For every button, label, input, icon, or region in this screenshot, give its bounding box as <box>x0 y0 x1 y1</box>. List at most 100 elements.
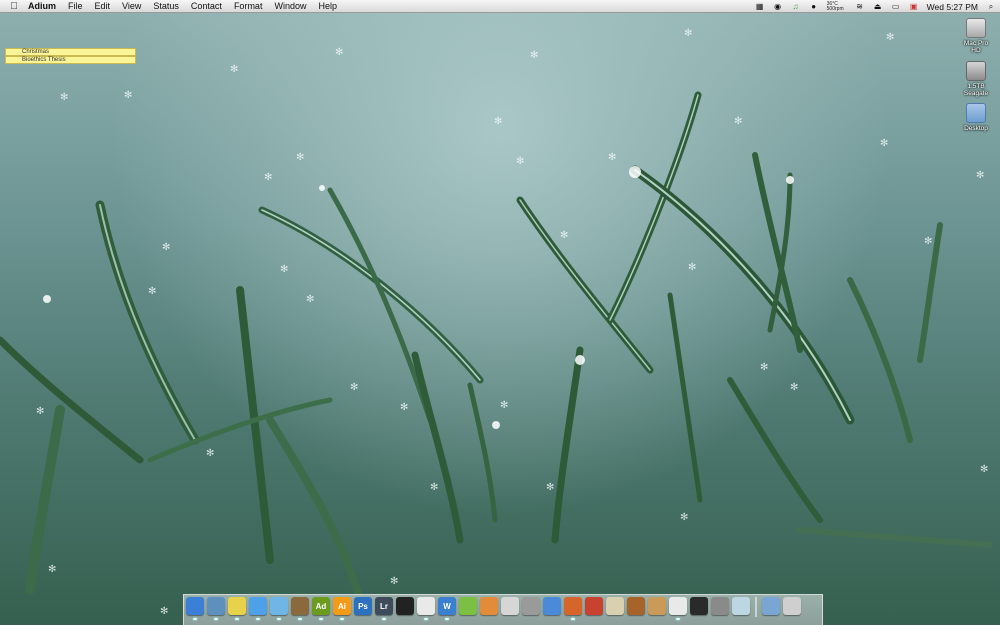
music-note-icon[interactable]: ♫ <box>791 2 801 11</box>
trash-icon[interactable] <box>783 597 801 615</box>
adium-icon[interactable] <box>669 597 687 620</box>
wifi-icon[interactable]: ≋ <box>855 2 865 11</box>
svg-text:✻: ✻ <box>430 482 438 493</box>
svg-text:✻: ✻ <box>206 448 214 459</box>
running-indicator <box>382 618 386 620</box>
menu-file[interactable]: File <box>68 1 83 11</box>
svg-text:✻: ✻ <box>924 236 932 247</box>
svg-text:✻: ✻ <box>124 90 132 101</box>
svg-text:✻: ✻ <box>60 92 68 103</box>
running-indicator <box>214 618 218 620</box>
svg-text:✻: ✻ <box>148 286 156 297</box>
illustrator-icon[interactable]: Ai <box>333 597 351 620</box>
apple-menu-icon[interactable]:  <box>0 1 28 12</box>
folder-icon <box>966 103 986 123</box>
chrome-icon[interactable] <box>543 597 561 615</box>
applications-folder-icon[interactable] <box>762 597 780 615</box>
svg-text:✻: ✻ <box>494 116 502 127</box>
terminal-icon[interactable] <box>690 597 708 615</box>
running-indicator <box>676 618 680 620</box>
running-indicator <box>298 618 302 620</box>
firefox-icon[interactable] <box>564 597 582 620</box>
svg-text:✻: ✻ <box>530 50 538 61</box>
svg-text:✻: ✻ <box>162 242 170 253</box>
menu-format[interactable]: Format <box>234 1 263 11</box>
desktop-wallpaper: ✻ ✻✻ ✻✻✻ ✻ ✻✻ ✻✻ ✻ ✻✻✻ ✻✻✻ ✻✻✻ ✻✻ ✻ ✻✻✻ ✻✻ ✻ … <box>0 28 993 617</box>
svg-text:✻: ✻ <box>335 47 343 58</box>
running-indicator <box>571 618 575 620</box>
photoshop-icon[interactable]: Ps <box>354 597 372 615</box>
fan-readout: 500rpm <box>826 5 844 12</box>
moon-icon[interactable]: ● <box>809 2 819 11</box>
svg-text:✻: ✻ <box>306 294 314 305</box>
sticky-note-christmas[interactable]: Christmas <box>5 48 136 56</box>
svg-text:✻: ✻ <box>264 172 272 183</box>
svg-text:✻: ✻ <box>500 400 508 411</box>
dock-separator <box>755 597 757 617</box>
running-indicator <box>256 618 260 620</box>
calendar-icon[interactable]: ▣ <box>909 2 919 11</box>
lightroom-icon[interactable]: Lr <box>375 597 393 620</box>
menu-bar:  Adium File Edit View Status Contact Fo… <box>0 0 1000 13</box>
pinwheel-icon[interactable] <box>459 597 477 615</box>
phone-icon[interactable] <box>501 597 519 615</box>
dvd-player-icon[interactable] <box>396 597 414 615</box>
menu-help[interactable]: Help <box>318 1 337 11</box>
menu-contact[interactable]: Contact <box>191 1 222 11</box>
svg-text:✻: ✻ <box>230 64 238 75</box>
iphoto-icon[interactable] <box>291 597 309 620</box>
grid-icon[interactable]: ▦ <box>755 2 765 11</box>
svg-text:✻: ✻ <box>886 32 894 43</box>
svg-text:✻: ✻ <box>160 606 168 617</box>
running-indicator <box>235 618 239 620</box>
running-indicator <box>319 618 323 620</box>
menu-status[interactable]: Status <box>153 1 179 11</box>
stickies-icon[interactable] <box>228 597 246 620</box>
desktop-item-seagate[interactable]: 1.5TB Seagate <box>956 61 996 97</box>
svg-text:✻: ✻ <box>790 382 798 393</box>
svg-text:✻: ✻ <box>350 382 358 393</box>
running-indicator <box>445 618 449 620</box>
finder-icon[interactable] <box>186 597 204 620</box>
app-menu-adium[interactable]: Adium <box>28 1 56 11</box>
photo-frame-icon[interactable] <box>648 597 666 615</box>
disk-utility-icon[interactable] <box>606 597 624 615</box>
star-icon[interactable] <box>522 597 540 615</box>
menu-clock[interactable]: Wed 5:27 PM <box>927 2 978 12</box>
menu-view[interactable]: View <box>122 1 141 11</box>
temperature-monitor[interactable]: 36°C 500rpm <box>826 1 847 12</box>
menu-window[interactable]: Window <box>274 1 306 11</box>
itunes-icon[interactable] <box>270 597 288 620</box>
eject-icon[interactable]: ⏏ <box>873 2 883 11</box>
menu-edit[interactable]: Edit <box>95 1 111 11</box>
svg-text:✻: ✻ <box>400 402 408 413</box>
webcam-icon[interactable]: ◉ <box>773 2 783 11</box>
svg-text:✻: ✻ <box>680 512 688 523</box>
spotlight-search-icon[interactable]: ⌕ <box>986 2 996 11</box>
textedit-icon[interactable] <box>417 597 435 620</box>
coda-icon[interactable] <box>480 597 498 615</box>
guitar-icon[interactable] <box>627 597 645 615</box>
system-prefs-icon[interactable] <box>711 597 729 615</box>
preview-icon[interactable] <box>207 597 225 620</box>
dreamweaver-icon[interactable]: Ad <box>312 597 330 620</box>
desktop-item-mac-pro-hd[interactable]: Mac Pro HD <box>956 18 996 54</box>
desktop-item-desktop-folder[interactable]: Desktop <box>956 103 996 132</box>
running-indicator <box>277 618 281 620</box>
svg-text:✻: ✻ <box>516 156 524 167</box>
sticky-note-bioethics-thesis[interactable]: Bioethics Thesis <box>5 56 136 64</box>
desktop-item-label: Mac Pro <box>963 40 989 47</box>
safari-icon[interactable] <box>249 597 267 620</box>
desktop-item-label: Seagate <box>963 90 989 97</box>
svg-text:✻: ✻ <box>48 564 56 575</box>
battery-icon[interactable]: ▭ <box>891 2 901 11</box>
address-book-icon[interactable] <box>585 597 603 615</box>
snowflake-icon[interactable] <box>732 597 750 615</box>
svg-text:✻: ✻ <box>390 576 398 587</box>
desktop-item-label: Desktop <box>964 125 988 132</box>
word-icon[interactable]: W <box>438 597 456 620</box>
desktop-item-label: 1.5TB <box>967 83 985 90</box>
svg-text:✻: ✻ <box>296 152 304 163</box>
dock-items: Ad Ai Ps Lr W <box>186 597 801 620</box>
svg-text:✻: ✻ <box>36 406 44 417</box>
